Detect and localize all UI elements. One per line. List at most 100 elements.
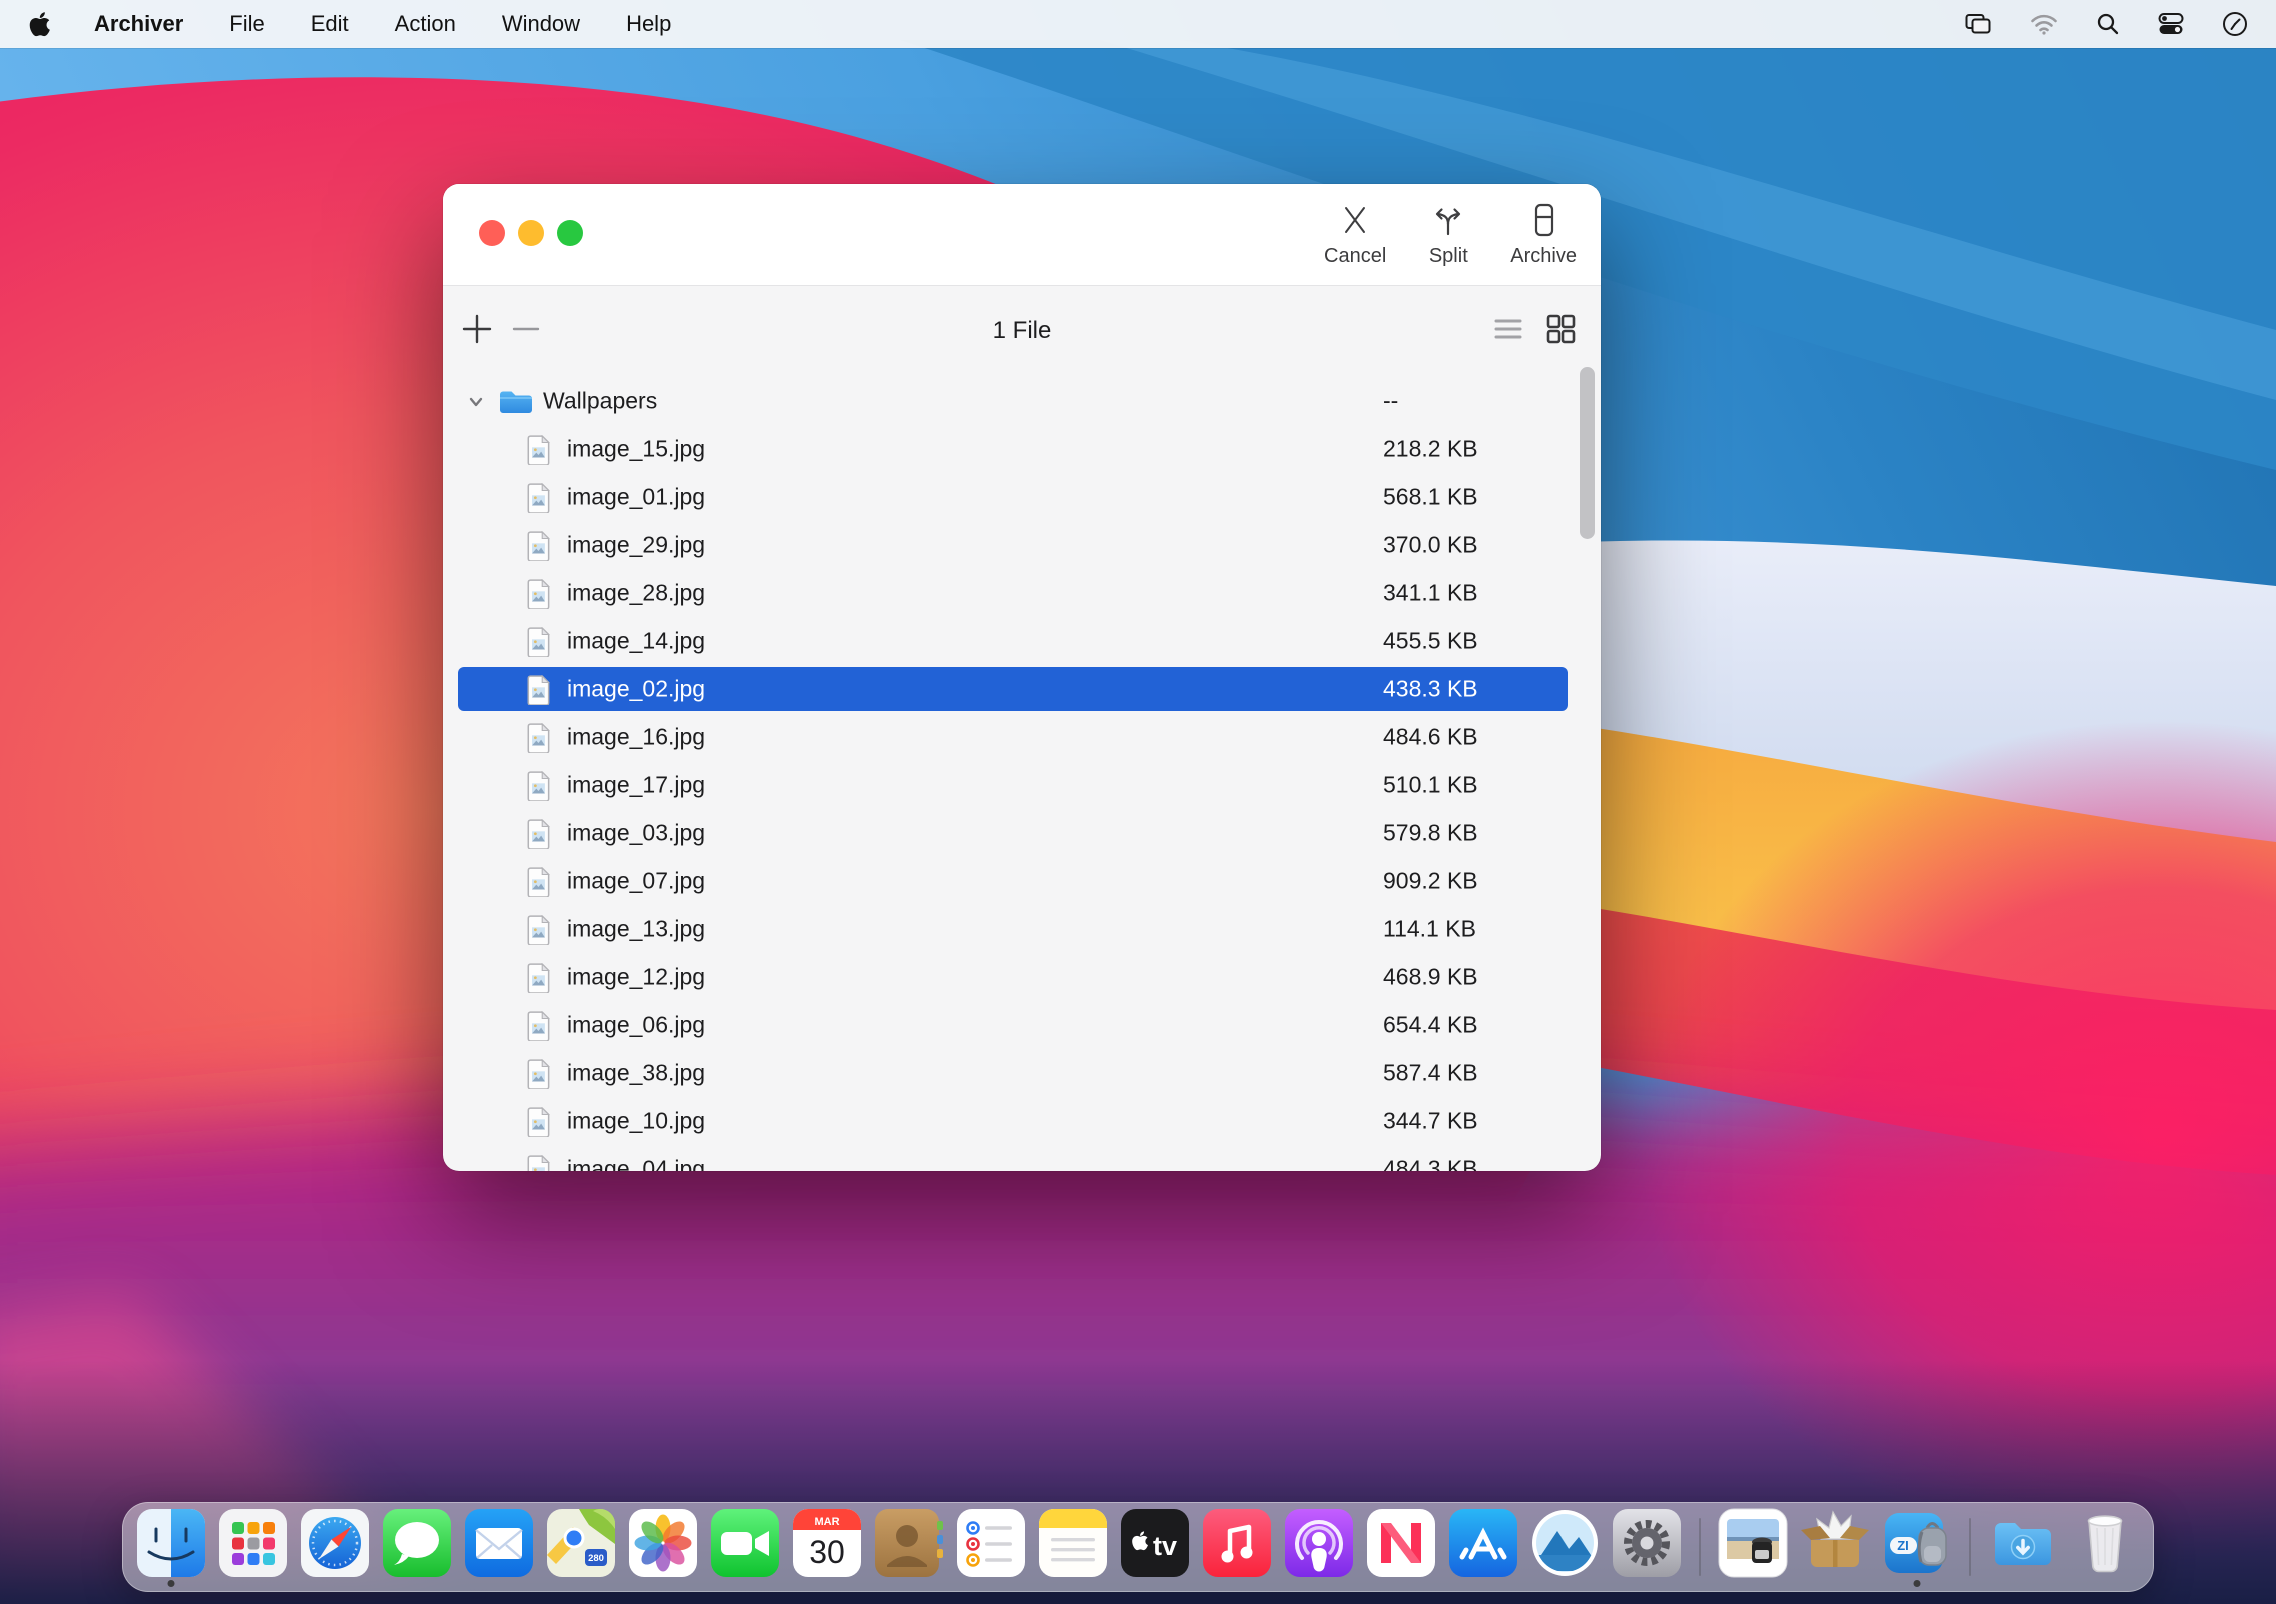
file-row[interactable]: image_10.jpg344.7 KB <box>443 1097 1601 1145</box>
dock-reminders-icon[interactable] <box>955 1507 1027 1587</box>
file-size: 341.1 KB <box>1383 580 1478 607</box>
menu-item-edit[interactable]: Edit <box>311 11 349 37</box>
dock-image-editor-icon[interactable] <box>1717 1507 1789 1587</box>
jpeg-file-icon <box>527 1107 551 1143</box>
grid-view-button[interactable] <box>1545 313 1577 350</box>
file-name: image_07.jpg <box>567 868 705 895</box>
apple-menu-icon[interactable] <box>28 9 54 39</box>
dock-apple-tv-icon[interactable]: tv <box>1119 1507 1191 1587</box>
dock-facetime-icon[interactable] <box>709 1507 781 1587</box>
svg-text:MAR: MAR <box>814 1516 839 1528</box>
split-button[interactable]: Split <box>1422 196 1474 272</box>
jpeg-file-icon <box>527 1011 551 1047</box>
list-view-button[interactable] <box>1493 314 1523 349</box>
dock-launchpad-icon[interactable] <box>217 1507 289 1587</box>
file-size: 587.4 KB <box>1383 1060 1478 1087</box>
file-size: 568.1 KB <box>1383 484 1478 511</box>
dock-podcasts-icon[interactable] <box>1283 1507 1355 1587</box>
file-size: 114.1 KB <box>1383 916 1476 943</box>
file-row[interactable]: image_16.jpg484.6 KB <box>443 713 1601 761</box>
control-center-icon[interactable] <box>2158 12 2184 36</box>
file-row[interactable]: image_13.jpg114.1 KB <box>443 905 1601 953</box>
file-row[interactable]: image_04.jpg 484.3 KB <box>443 1145 1601 1171</box>
dock-divider <box>1699 1518 1701 1576</box>
file-size: 579.8 KB <box>1383 820 1478 847</box>
dock-calendar-icon[interactable]: MAR30 <box>791 1507 863 1587</box>
dock-trash-icon[interactable] <box>2069 1507 2141 1587</box>
jpeg-file-icon <box>527 1059 551 1095</box>
dock-finder-icon[interactable] <box>135 1507 207 1587</box>
menu-item-action[interactable]: Action <box>395 11 456 37</box>
scrollbar-thumb[interactable] <box>1580 367 1595 539</box>
minimize-button[interactable] <box>518 220 544 246</box>
dock-app-store-icon[interactable] <box>1447 1507 1519 1587</box>
folder-name: Wallpapers <box>543 388 657 415</box>
file-row[interactable]: image_07.jpg909.2 KB <box>443 857 1601 905</box>
file-row[interactable]: image_01.jpg568.1 KB <box>443 473 1601 521</box>
file-row[interactable]: image_06.jpg654.4 KB <box>443 1001 1601 1049</box>
svg-text:tv: tv <box>1153 1531 1177 1561</box>
file-row[interactable]: image_15.jpg218.2 KB <box>443 425 1601 473</box>
file-row[interactable]: image_28.jpg341.1 KB <box>443 569 1601 617</box>
dock-divider <box>1969 1518 1971 1576</box>
desktop: Archiver File Edit Action Window Help <box>0 0 2276 1604</box>
dock-downloads-icon[interactable] <box>1987 1507 2059 1587</box>
jpeg-file-icon <box>527 579 551 615</box>
file-size: 455.5 KB <box>1383 628 1478 655</box>
file-name: image_17.jpg <box>567 772 705 799</box>
dock-mail-icon[interactable] <box>463 1507 535 1587</box>
jpeg-file-icon <box>527 723 551 759</box>
archive-button[interactable]: Archive <box>1504 196 1583 272</box>
dock-notes-icon[interactable] <box>1037 1507 1109 1587</box>
file-row[interactable]: image_14.jpg455.5 KB <box>443 617 1601 665</box>
file-row[interactable]: image_12.jpg468.9 KB <box>443 953 1601 1001</box>
dock-safari-icon[interactable] <box>299 1507 371 1587</box>
list-toolbar: 1 File <box>443 285 1601 377</box>
menu-item-help[interactable]: Help <box>626 11 671 37</box>
mission-control-icon[interactable] <box>1965 12 1992 36</box>
file-count-label: 1 File <box>443 285 1601 377</box>
menu-item-window[interactable]: Window <box>502 11 580 37</box>
jpeg-file-icon <box>527 531 551 567</box>
file-size: 484.3 KB <box>1383 1156 1478 1172</box>
close-button[interactable] <box>479 220 505 246</box>
traffic-lights <box>479 220 583 246</box>
jpeg-file-icon <box>527 915 551 951</box>
svg-text:280: 280 <box>588 1553 604 1564</box>
dock-photos-icon[interactable] <box>627 1507 699 1587</box>
clock-icon[interactable] <box>2222 11 2248 37</box>
dock-unarchiver-icon[interactable] <box>1799 1507 1871 1587</box>
cancel-icon <box>1335 200 1375 242</box>
file-row[interactable]: image_03.jpg 579.8 KB <box>443 809 1601 857</box>
dock-contacts-icon[interactable] <box>873 1507 945 1587</box>
menu-item-file[interactable]: File <box>229 11 264 37</box>
file-name: image_12.jpg <box>567 964 705 991</box>
dock-news-icon[interactable] <box>1365 1507 1437 1587</box>
folder-row[interactable]: Wallpapers -- <box>443 377 1601 425</box>
jpeg-file-icon <box>527 435 551 471</box>
cancel-button[interactable]: Cancel <box>1318 196 1392 272</box>
dock-messages-icon[interactable] <box>381 1507 453 1587</box>
dock-music-icon[interactable] <box>1201 1507 1273 1587</box>
dock: 280 MAR30 tv ZI <box>122 1502 2154 1592</box>
dock-system-preferences-icon[interactable] <box>1611 1507 1683 1587</box>
file-row-selected[interactable]: image_02.jpg438.3 KB <box>443 665 1601 713</box>
menu-app-name[interactable]: Archiver <box>94 11 183 37</box>
file-name: image_03.jpg <box>567 820 705 847</box>
archiver-window: Cancel Split Archive <box>443 184 1601 1171</box>
file-row[interactable]: image_17.jpg510.1 KB <box>443 761 1601 809</box>
file-name: image_38.jpg <box>567 1060 705 1087</box>
dock-zip-archiver-icon[interactable]: ZI <box>1881 1507 1953 1587</box>
dock-app-mountains-icon[interactable] <box>1529 1507 1601 1587</box>
svg-text:ZI: ZI <box>1897 1538 1909 1553</box>
chevron-down-icon[interactable] <box>465 391 487 418</box>
file-row[interactable]: image_29.jpg370.0 KB <box>443 521 1601 569</box>
file-size: 218.2 KB <box>1383 436 1478 463</box>
wifi-icon[interactable] <box>2030 13 2058 35</box>
file-name: image_10.jpg <box>567 1108 705 1135</box>
search-icon[interactable] <box>2096 12 2120 36</box>
file-name: image_04.jpg <box>567 1156 705 1172</box>
zoom-button[interactable] <box>557 220 583 246</box>
dock-maps-icon[interactable]: 280 <box>545 1507 617 1587</box>
file-row[interactable]: image_38.jpg 587.4 KB <box>443 1049 1601 1097</box>
